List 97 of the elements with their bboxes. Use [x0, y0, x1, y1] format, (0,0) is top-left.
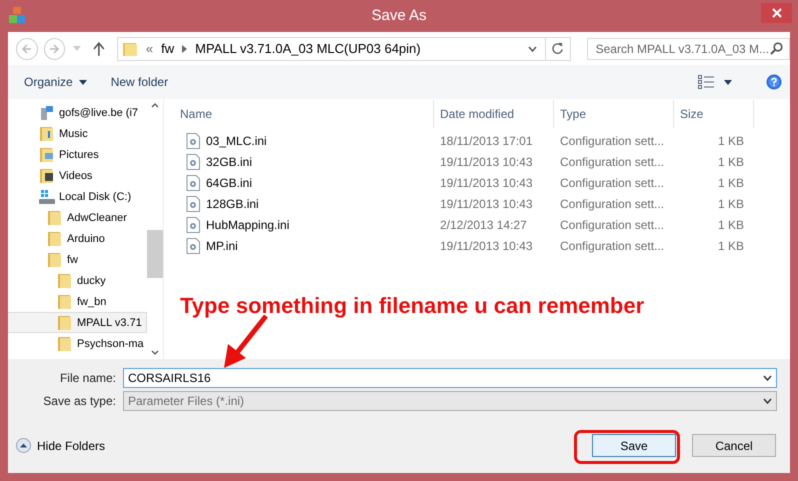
- file-name[interactable]: 64GB.ini: [206, 176, 252, 190]
- collapse-icon: [16, 438, 31, 453]
- save-type-label: Save as type:: [42, 394, 117, 408]
- tree-item[interactable]: Arduino: [8, 228, 147, 249]
- tree-item[interactable]: ducky: [8, 270, 147, 291]
- settings-file-icon: [186, 132, 200, 148]
- cancel-button[interactable]: Cancel: [692, 434, 776, 457]
- file-name[interactable]: 32GB.ini: [206, 154, 252, 168]
- breadcrumb-item[interactable]: «: [146, 41, 154, 56]
- scroll-down-icon[interactable]: [151, 350, 159, 355]
- videos-folder-icon: [39, 168, 55, 184]
- table-cell-text: 19/11/2013 10:43: [439, 176, 534, 190]
- tree-item[interactable]: gofs@live.be (i7: [8, 102, 147, 123]
- table-cell-text: 19/11/2013 10:43: [439, 238, 534, 252]
- settings-file-icon: [186, 216, 200, 232]
- file-name-label: File name:: [58, 370, 117, 384]
- pictures-folder-icon: [39, 146, 55, 162]
- new-folder-button[interactable]: New folder: [110, 75, 168, 89]
- folder-icon: [122, 40, 138, 56]
- settings-file-icon: [186, 238, 200, 254]
- network-drive-icon: [39, 104, 55, 120]
- hide-folders-button[interactable]: Hide Folders: [16, 438, 106, 453]
- tree-item[interactable]: fw_bn: [8, 291, 147, 312]
- organize-button[interactable]: Organize: [24, 75, 87, 89]
- settings-file-icon: [186, 174, 200, 190]
- folder-icon: [57, 294, 73, 310]
- file-name[interactable]: 128GB.ini: [206, 196, 259, 210]
- view-options-icon[interactable]: [698, 75, 714, 89]
- tree-item[interactable]: Music: [8, 123, 147, 144]
- table-cell-text: 1 KB: [716, 134, 744, 148]
- scrollbar-thumb[interactable]: [147, 230, 163, 278]
- table-cell-text: Configuration sett...: [559, 238, 666, 252]
- forward-arrow-icon: [48, 42, 60, 54]
- help-icon[interactable]: [766, 74, 782, 90]
- refresh-icon: [551, 42, 564, 55]
- settings-file-icon: [186, 196, 200, 212]
- file-name[interactable]: 03_MLC.ini: [206, 134, 267, 148]
- folder-icon: [57, 314, 73, 330]
- scroll-up-icon[interactable]: [151, 103, 159, 108]
- chevron-icon: [182, 44, 188, 52]
- table-cell-text: Configuration sett...: [559, 154, 666, 168]
- save-type-value: Parameter Files (*.ini): [127, 394, 246, 408]
- table-cell-text: 1 KB: [716, 196, 744, 210]
- folder-icon: [57, 336, 73, 352]
- dropdown-icon[interactable]: [763, 374, 772, 380]
- table-cell-text: Configuration sett...: [559, 196, 666, 210]
- save-button[interactable]: Save: [592, 434, 676, 457]
- file-name[interactable]: HubMapping.ini: [206, 218, 290, 232]
- folder-icon: [47, 230, 63, 246]
- table-cell-text: Configuration sett...: [559, 176, 666, 190]
- table-cell-text: Configuration sett...: [559, 218, 666, 232]
- search-icon: [770, 42, 783, 55]
- window-title: Save As: [371, 7, 427, 24]
- annotation-text: Type something in filename u can remember: [180, 293, 644, 319]
- column-header[interactable]: Name: [174, 100, 434, 128]
- caret-icon[interactable]: [724, 80, 732, 84]
- address-bar[interactable]: « fw MPALL v3.71.0A_03 MLC(UP03 64pin): [116, 36, 571, 60]
- search-field[interactable]: Search MPALL v3.71.0A_03 M...: [586, 38, 790, 60]
- up-arrow-icon[interactable]: [93, 42, 105, 56]
- folder-icon: [57, 272, 73, 288]
- tree-item[interactable]: MPALL v3.71: [8, 312, 147, 333]
- table-cell-text: 1 KB: [716, 154, 744, 168]
- settings-file-icon: [186, 154, 200, 170]
- close-icon: [772, 8, 782, 18]
- file-name-input[interactable]: CORSAIRLS16: [124, 370, 763, 386]
- folder-icon: [47, 210, 63, 226]
- file-name[interactable]: MP.ini: [206, 238, 238, 252]
- save-type-dropdown[interactable]: Parameter Files (*.ini): [123, 390, 777, 410]
- folder-icon: [47, 252, 63, 268]
- drive-icon: [39, 188, 55, 204]
- dropdown-icon[interactable]: [528, 46, 537, 52]
- column-header[interactable]: Date modified: [434, 100, 554, 128]
- tree-item[interactable]: fw: [8, 249, 147, 270]
- tree-item[interactable]: Local Disk (C:): [8, 186, 147, 207]
- back-arrow-icon: [20, 42, 33, 54]
- table-cell-text: 1 KB: [716, 238, 744, 252]
- tree-item[interactable]: Videos: [8, 165, 147, 186]
- table-cell-text: 19/11/2013 10:43: [439, 154, 534, 168]
- column-header[interactable]: Type: [554, 100, 674, 128]
- table-cell-text: 18/11/2013 17:01: [439, 134, 534, 148]
- tree-item[interactable]: AdwCleaner: [8, 207, 147, 228]
- close-button[interactable]: [761, 3, 792, 23]
- music-folder-icon: [39, 126, 55, 142]
- table-cell-text: 19/11/2013 10:43: [439, 196, 534, 210]
- breadcrumb-item[interactable]: MPALL v3.71.0A_03 MLC(UP03 64pin): [195, 41, 421, 56]
- tree-item[interactable]: Pictures: [8, 144, 147, 165]
- blocks-icon: [8, 6, 26, 24]
- column-header[interactable]: Size: [674, 100, 754, 128]
- dropdown-icon[interactable]: [763, 398, 772, 404]
- table-cell-text: 1 KB: [716, 218, 744, 232]
- table-cell-text: Configuration sett...: [559, 134, 666, 148]
- table-cell-text: 1 KB: [716, 176, 744, 190]
- tree-item[interactable]: Psychson-ma: [8, 333, 147, 354]
- table-cell-text: 2/12/2013 14:27: [439, 218, 528, 232]
- caret-icon: [78, 80, 87, 84]
- breadcrumb-item[interactable]: fw: [161, 41, 174, 56]
- file-name-field[interactable]: CORSAIRLS16: [123, 368, 777, 388]
